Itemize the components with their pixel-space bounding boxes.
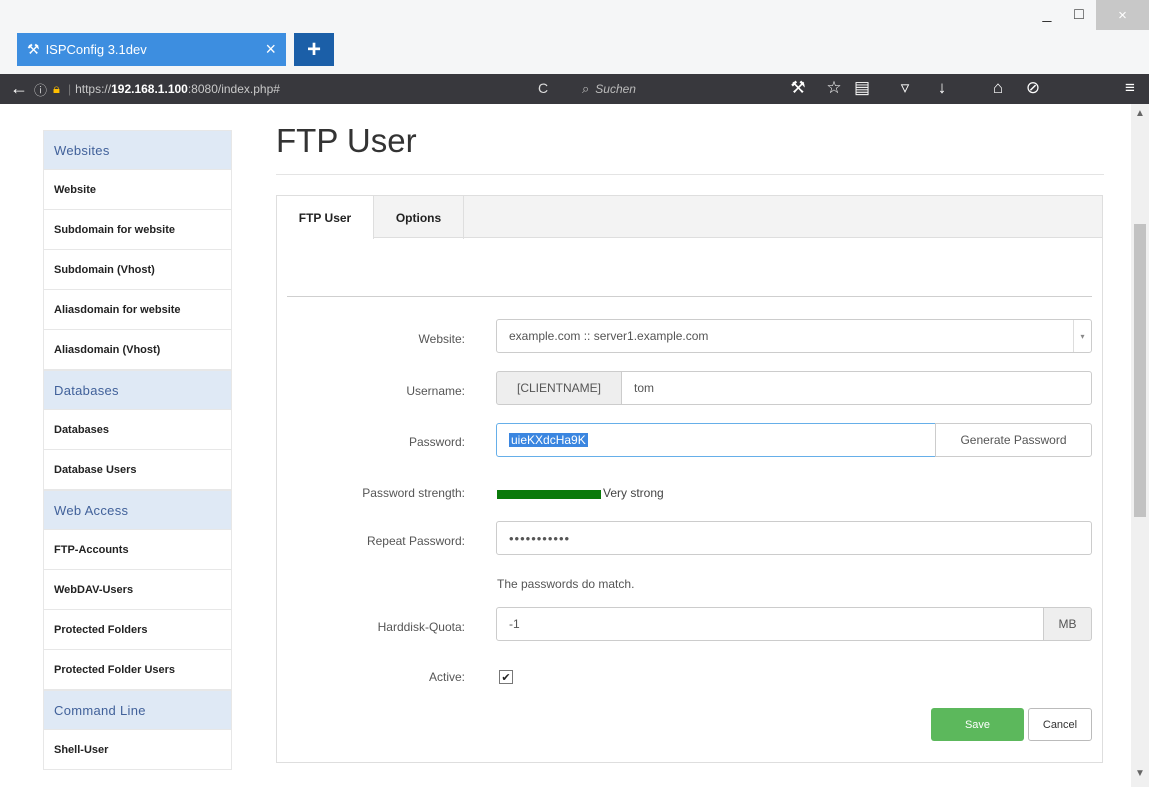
scroll-down-icon[interactable]: ▼ — [1135, 768, 1145, 779]
star-icon[interactable]: ☆ — [822, 78, 846, 98]
search-placeholder: Suchen — [595, 82, 636, 96]
minimize-icon[interactable]: _ — [1031, 0, 1063, 30]
home-icon[interactable]: ⌂ — [986, 78, 1010, 98]
username-label: Username: — [406, 384, 465, 398]
search-icon: ⌕ — [582, 81, 590, 96]
browser-titlebar: ⚒ ISPConfig 3.1dev × + _ □ × — [0, 0, 1149, 78]
tab-options[interactable]: Options — [374, 196, 464, 239]
info-icon[interactable]: ⓘ — [34, 80, 47, 99]
scrollbar-thumb[interactable] — [1134, 224, 1146, 517]
username-field[interactable]: tom — [621, 371, 1092, 405]
sidebar-item-aliasdomain-vhost[interactable]: Aliasdomain (Vhost) — [43, 330, 232, 370]
ispconfig-tools-icon: ⚒ — [27, 41, 40, 57]
password-strength-label: Password strength: — [362, 486, 465, 500]
sidebar-section-web-access: Web Access — [43, 490, 232, 530]
download-icon[interactable]: ↓ — [930, 78, 954, 98]
sidebar-item-databases[interactable]: Databases — [43, 410, 232, 450]
url-separator: | — [67, 82, 72, 96]
maximize-icon[interactable]: □ — [1063, 0, 1095, 30]
generate-password-button[interactable]: Generate Password — [935, 423, 1092, 457]
scroll-up-icon[interactable]: ▲ — [1135, 108, 1145, 119]
page-viewport: Websites Website Subdomain for website S… — [0, 104, 1131, 787]
url-path: :8080/index.php# — [187, 82, 280, 96]
sidebar-section-databases: Databases — [43, 370, 232, 410]
password-match-message: The passwords do match. — [497, 577, 635, 591]
page-title: FTP User — [276, 122, 417, 159]
url-bar[interactable]: ⓘ 🔒︎ | https:// 192.168.1.100 :8080/inde… — [34, 77, 534, 101]
sidebar-item-subdomain-vhost[interactable]: Subdomain (Vhost) — [43, 250, 232, 290]
password-field[interactable]: uieKXdcHa9K — [496, 423, 936, 457]
pocket-icon[interactable]: ▿ — [893, 78, 917, 98]
sidebar-section-websites: Websites — [43, 130, 232, 170]
browser-navbar: ← ⓘ 🔒︎ | https:// 192.168.1.100 :8080/in… — [0, 74, 1149, 104]
sidebar-section-command-line: Command Line — [43, 690, 232, 730]
username-prefix: [CLIENTNAME] — [496, 371, 622, 405]
sidebar-item-protected-folder-users[interactable]: Protected Folder Users — [43, 650, 232, 690]
tab-ftp-user[interactable]: FTP User — [277, 196, 374, 239]
sidebar: Websites Website Subdomain for website S… — [43, 130, 232, 770]
password-value: uieKXdcHa9K — [509, 433, 588, 447]
repeat-password-field[interactable]: ••••••••••• — [496, 521, 1092, 555]
form-divider — [287, 296, 1092, 297]
website-select-value: example.com :: server1.example.com — [509, 329, 709, 343]
browser-tab[interactable]: ⚒ ISPConfig 3.1dev × — [17, 33, 286, 66]
back-icon[interactable]: ← — [10, 78, 28, 99]
lock-warning-icon[interactable]: 🔒︎ — [53, 81, 60, 97]
title-divider — [276, 174, 1104, 175]
blocked-icon[interactable]: ⊘ — [1021, 78, 1045, 98]
tab-title: ISPConfig 3.1dev — [45, 42, 147, 57]
website-select[interactable]: example.com :: server1.example.com ▾ — [496, 319, 1092, 353]
reader-icon[interactable]: ▤ — [850, 78, 874, 98]
chevron-down-icon: ▾ — [1073, 320, 1091, 352]
active-label: Active: — [428, 670, 465, 684]
sidebar-item-website[interactable]: Website — [43, 170, 232, 210]
sidebar-item-shell-user[interactable]: Shell-User — [43, 730, 232, 770]
active-checkbox[interactable]: ✔ — [499, 670, 513, 684]
tab-close-icon[interactable]: × — [265, 40, 276, 58]
password-label: Password: — [408, 435, 465, 449]
sidebar-item-aliasdomain-for-website[interactable]: Aliasdomain for website — [43, 290, 232, 330]
url-host: 192.168.1.100 — [111, 82, 188, 96]
website-label: Website: — [418, 332, 465, 346]
repeat-password-label: Repeat Password: — [366, 534, 465, 548]
save-button[interactable]: Save — [931, 708, 1024, 741]
form-panel: FTP User Options Website: example.com ::… — [276, 195, 1103, 763]
sidebar-item-subdomain-for-website[interactable]: Subdomain for website — [43, 210, 232, 250]
menu-icon[interactable]: ≡ — [1118, 78, 1142, 98]
harddisk-quota-label: Harddisk-Quota: — [377, 620, 465, 634]
harddisk-quota-field[interactable]: -1 — [496, 607, 1044, 641]
sidebar-item-protected-folders[interactable]: Protected Folders — [43, 610, 232, 650]
sidebar-item-database-users[interactable]: Database Users — [43, 450, 232, 490]
quota-unit: MB — [1043, 607, 1092, 641]
close-window-icon[interactable]: × — [1096, 0, 1149, 30]
wrench-icon[interactable]: ⚒ — [786, 78, 810, 98]
password-strength-text: Very strong — [603, 486, 664, 500]
page-scrollbar[interactable]: ▲ ▼ — [1131, 104, 1149, 787]
reload-icon[interactable]: C — [538, 80, 548, 96]
url-prefix: https:// — [75, 82, 112, 96]
sidebar-item-ftp-accounts[interactable]: FTP-Accounts — [43, 530, 232, 570]
password-strength-bar — [497, 490, 601, 499]
form-tabbar: FTP User Options — [277, 196, 1102, 239]
sidebar-item-webdav-users[interactable]: WebDAV-Users — [43, 570, 232, 610]
search-input[interactable]: ⌕ Suchen — [582, 79, 742, 99]
cancel-button[interactable]: Cancel — [1028, 708, 1092, 741]
new-tab-button[interactable]: + — [294, 33, 334, 66]
